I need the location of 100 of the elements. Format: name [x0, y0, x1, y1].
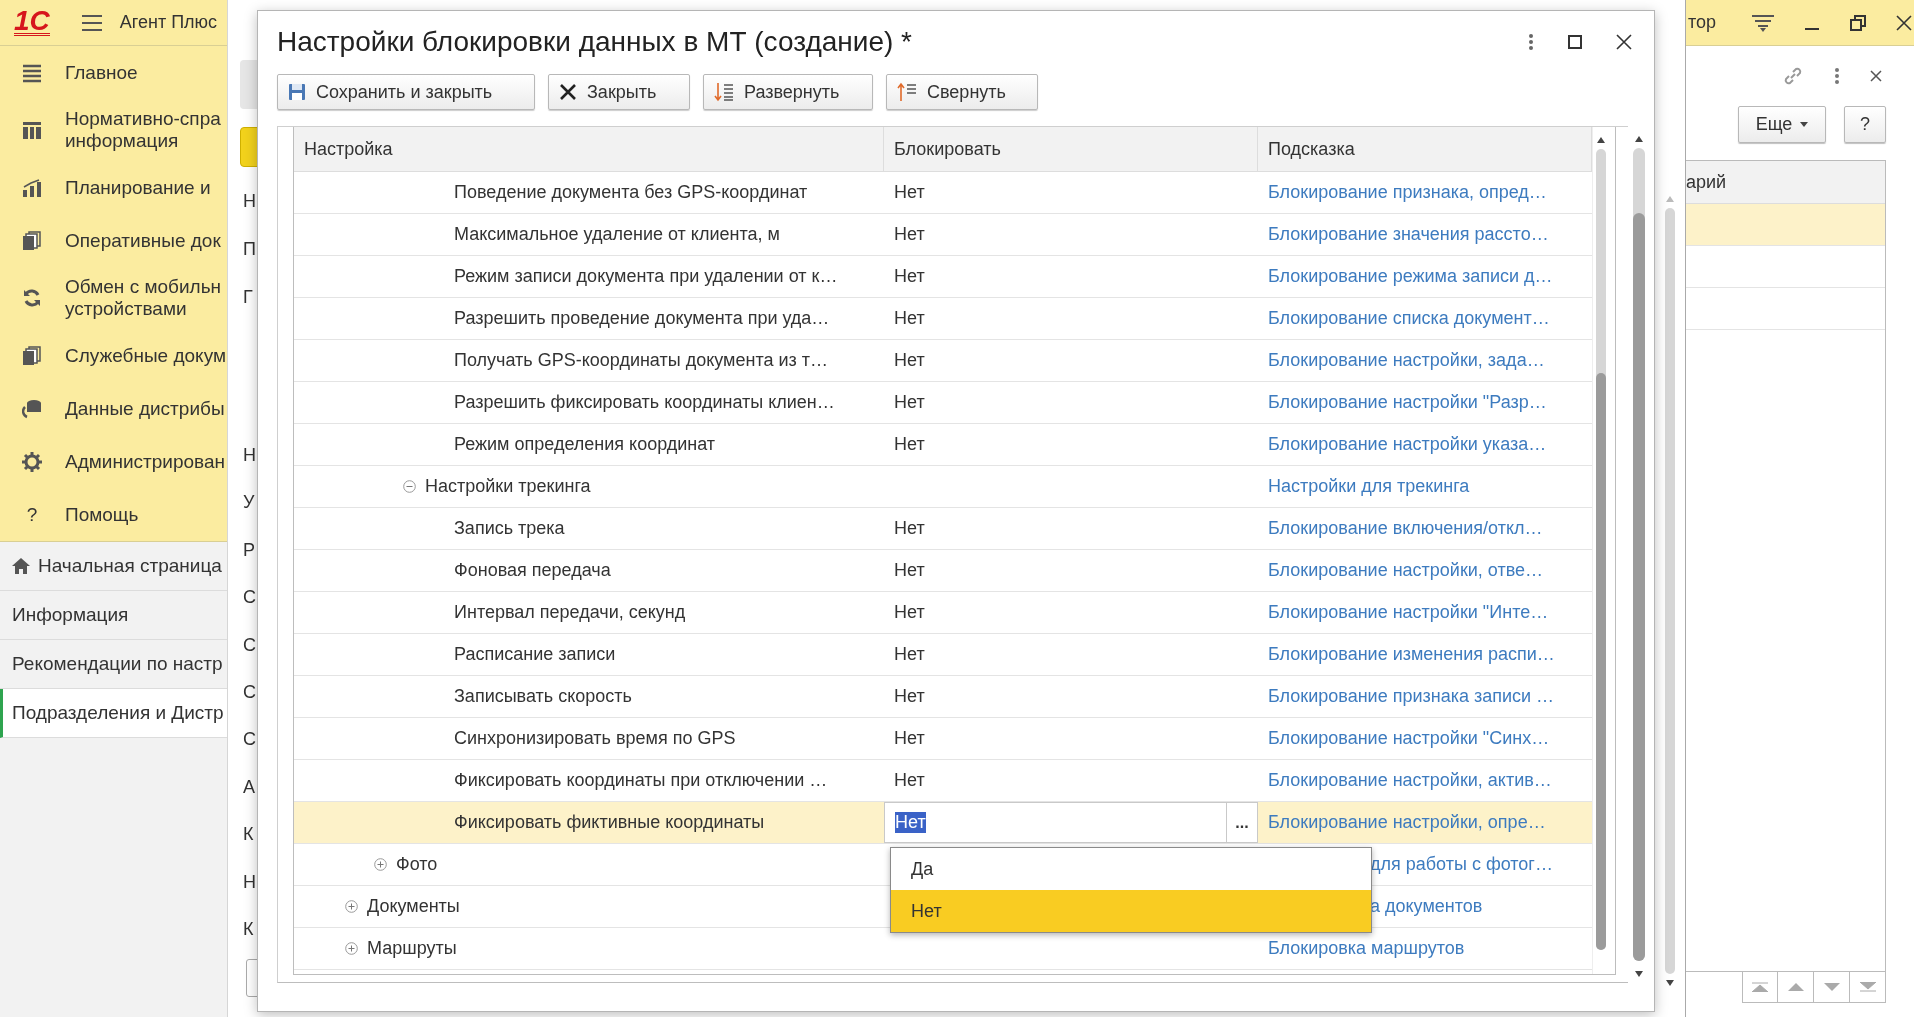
form-label: С	[243, 633, 256, 657]
expand-icon[interactable]	[345, 900, 358, 913]
table-row[interactable]: Режим определения координат Нет Блокирование настройки указа…	[294, 424, 1592, 466]
cell-value: Нет	[894, 686, 925, 707]
table-row[interactable]: Настройки трекинга Настройки для трекинга	[294, 466, 1592, 508]
close-icon[interactable]	[1870, 70, 1882, 82]
table-row[interactable]: Разрешить проведение документа при уда… Нет Блокирование списка документ…	[294, 298, 1592, 340]
hint-link[interactable]: Блокирование списка документ…	[1268, 308, 1550, 329]
scrollbar[interactable]	[1665, 208, 1675, 974]
hint-link[interactable]: Блокирование настройки указа…	[1268, 434, 1547, 455]
up-icon	[1787, 983, 1804, 991]
table-row[interactable]: Запись трека Нет Блокирование включения/откл…	[294, 508, 1592, 550]
table-row[interactable]: Получать GPS-координаты документа из т… Нет Блокирование настройки, зада…	[294, 340, 1592, 382]
hint-link[interactable]: Блокирование значения рассто…	[1268, 224, 1549, 245]
section-link[interactable]: Администрирован	[65, 441, 225, 482]
column-header[interactable]: арий	[1686, 161, 1885, 204]
section-link[interactable]: Служебные докум	[65, 335, 226, 376]
table-row[interactable]: Максимальное удаление от клиента, м Нет Блокирование значения рассто…	[294, 214, 1592, 256]
hint-link[interactable]: Блокирование изменения распи…	[1268, 644, 1555, 665]
section-link[interactable]: Данные дистрибы	[65, 388, 225, 429]
setting-name: Получать GPS-координаты документа из т…	[454, 350, 828, 371]
scroll-up-icon[interactable]	[1635, 136, 1643, 142]
save-icon	[288, 83, 306, 101]
down-button[interactable]	[1814, 972, 1850, 1003]
section-link[interactable]: Помощь	[65, 494, 139, 535]
open-page-tab[interactable]: Начальная страница	[0, 542, 227, 591]
column-header[interactable]: Настройка	[294, 127, 884, 171]
table-row[interactable]: Интервал передачи, секунд Нет Блокирование настройки "Инте…	[294, 592, 1592, 634]
setting-name: Настройки трекинга	[425, 476, 591, 497]
table-row[interactable]: Синхронизировать время по GPS Нет Блокирование настройки "Синх…	[294, 718, 1592, 760]
cell-value: Нет	[894, 518, 925, 539]
setting-name: Записывать скорость	[454, 686, 632, 707]
close-icon[interactable]	[1896, 14, 1913, 31]
hint-link[interactable]: Блокировка маршрутов	[1268, 938, 1465, 959]
refresh-icon	[22, 288, 42, 308]
last-button[interactable]	[1850, 972, 1886, 1003]
app-logo: 1С	[14, 9, 50, 36]
database-icon	[22, 398, 42, 419]
hint-link[interactable]: Блокирование настройки "Инте…	[1268, 602, 1549, 623]
dropdown-option[interactable]: Нет	[891, 890, 1371, 932]
open-page-tab[interactable]: Информация	[0, 591, 227, 640]
more-button[interactable]: Еще	[1738, 106, 1826, 143]
up-button[interactable]	[1778, 972, 1814, 1003]
more-icon[interactable]	[1528, 32, 1534, 51]
section-link[interactable]: Нормативно-спра информация	[65, 99, 221, 161]
scroll-up-icon[interactable]	[1597, 137, 1605, 143]
form-label: Р	[243, 538, 255, 562]
column-header[interactable]: Подсказка	[1258, 127, 1592, 171]
home-icon	[12, 558, 30, 574]
section-link[interactable]: Планирование и	[65, 167, 211, 208]
app-title: Агент Плюс	[119, 12, 218, 33]
hint-link[interactable]: Блокирование настройки, зада…	[1268, 350, 1545, 371]
setting-name: Интервал передачи, секунд	[454, 602, 686, 623]
table-row[interactable]: Поведение документа без GPS-координат Нет Блокирование признака, опред…	[294, 172, 1592, 214]
hint-link[interactable]: Блокирование признака, опред…	[1268, 182, 1547, 203]
scrollbar[interactable]	[1633, 148, 1645, 961]
section-link[interactable]: Главное	[65, 52, 138, 93]
hint-link[interactable]: Блокирование настройки, актив…	[1268, 770, 1552, 791]
first-button[interactable]	[1742, 972, 1778, 1003]
restore-icon[interactable]	[1850, 14, 1867, 31]
form-label: Н	[243, 870, 256, 894]
help-button[interactable]: ?	[1844, 106, 1886, 143]
cell-value: Нет	[894, 182, 925, 203]
column-header[interactable]: Блокировать	[884, 127, 1258, 171]
hint-link[interactable]: Настройки для трекинга	[1268, 476, 1470, 497]
more-icon[interactable]	[1834, 67, 1840, 85]
expand-icon[interactable]	[374, 858, 387, 871]
open-page-tab[interactable]: Подразделения и Дистр	[0, 689, 227, 738]
hint-link[interactable]: Блокирование настройки "Синх…	[1268, 728, 1550, 749]
hint-link[interactable]: Блокирование признака записи …	[1268, 686, 1555, 707]
caret-icon	[1800, 122, 1809, 127]
scroll-down-icon[interactable]	[1666, 980, 1674, 986]
menu-icon[interactable]	[81, 14, 102, 31]
table-row[interactable]: Маршруты Блокировка маршрутов	[294, 928, 1592, 970]
toolbar-button[interactable]: Свернуть	[886, 74, 1038, 110]
hint-link[interactable]: Блокирование настройки, опре…	[1268, 812, 1546, 833]
table-row[interactable]: Фоновая передача Нет Блокирование настройки, отве…	[294, 550, 1592, 592]
section-link[interactable]: Обмен с мобильн устройствами	[65, 267, 222, 329]
scrollbar[interactable]	[1596, 149, 1606, 950]
toolbar-button[interactable]: Закрыть	[548, 74, 690, 110]
table-row[interactable]: Разрешить фиксировать координаты клиен… Нет Блокирование настройки "Разр…	[294, 382, 1592, 424]
toolbar-button[interactable]: Сохранить и закрыть	[277, 74, 535, 110]
table-row[interactable]: Режим записи документа при удалении от к… Нет Блокирование режима записи д…	[294, 256, 1592, 298]
hint-link[interactable]: Блокирование включения/откл…	[1268, 518, 1543, 539]
hint-link[interactable]: Блокирование настройки, отве…	[1268, 560, 1544, 581]
table-row[interactable]: Записывать скорость Нет Блокирование признака записи …	[294, 676, 1592, 718]
filter-icon[interactable]	[1752, 13, 1775, 32]
hint-link[interactable]: Блокирование режима записи д…	[1268, 266, 1553, 287]
link-icon[interactable]	[1782, 65, 1804, 87]
expand-icon[interactable]	[345, 942, 358, 955]
scroll-down-icon[interactable]	[1635, 971, 1643, 977]
close-icon[interactable]	[1616, 33, 1632, 50]
hint-link[interactable]: Блокирование настройки "Разр…	[1268, 392, 1547, 413]
maximize-icon[interactable]	[1568, 34, 1582, 49]
section-link[interactable]: Оперативные док	[65, 220, 221, 261]
table-row[interactable]: Расписание записи Нет Блокирование изменения распи…	[294, 634, 1592, 676]
dropdown-field[interactable]: Нет	[885, 803, 1227, 842]
collapse-icon[interactable]	[403, 480, 416, 493]
toolbar-button[interactable]: Развернуть	[703, 74, 873, 110]
setting-name: Документы	[367, 896, 460, 917]
